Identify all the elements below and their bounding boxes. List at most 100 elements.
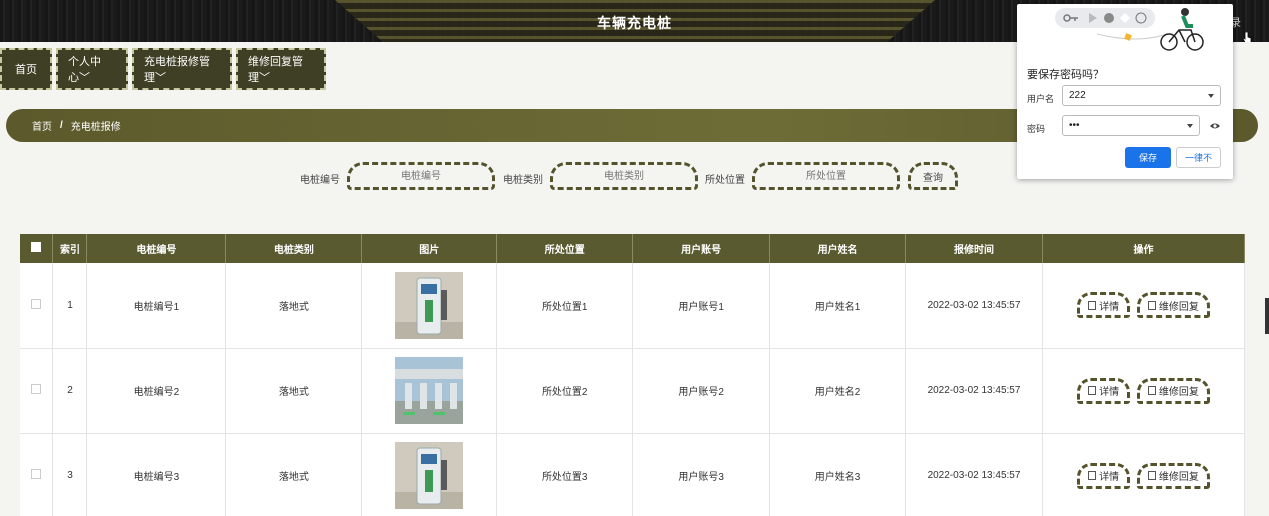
row-checkbox[interactable]: [31, 384, 42, 394]
column-header: 用户姓名: [769, 234, 907, 263]
password-select[interactable]: •••: [1062, 115, 1200, 136]
detail-label: 详情: [1099, 301, 1120, 313]
column-header: 索引: [52, 234, 88, 263]
search-input-code[interactable]: [347, 162, 495, 190]
cell-code: 电桩编号1: [86, 263, 227, 349]
cell-location: 所处位置1: [496, 263, 634, 349]
search-input-location[interactable]: [752, 162, 900, 190]
cell-index: 2: [52, 348, 88, 434]
document-icon: [1088, 300, 1097, 310]
cell-location: 所处位置3: [496, 433, 634, 516]
column-header: 电桩类别: [225, 234, 363, 263]
reply-label: 维修回复: [1158, 472, 1199, 483]
detail-label: 详情: [1099, 472, 1120, 483]
cell-actions: 详情 维修回复: [1042, 433, 1246, 516]
column-header: 报修时间: [905, 234, 1043, 263]
cell-image: [361, 263, 498, 349]
password-label: 密码: [1027, 124, 1046, 134]
search-input-type[interactable]: [550, 162, 698, 190]
detail-button[interactable]: 详情: [1077, 462, 1131, 489]
repair-table: 索引 电桩编号 电桩类别 图片 所处位置 用户账号 用户姓名 报修时间 操作 1…: [20, 234, 1246, 516]
never-save-button[interactable]: 一律不: [1176, 147, 1221, 168]
row-select-cell: [20, 263, 54, 349]
row-select-cell: [20, 348, 54, 434]
row-select-cell: [20, 433, 54, 516]
cell-name: 用户姓名2: [769, 348, 907, 434]
cyclist-icon: [1160, 8, 1204, 51]
cell-account: 用户账号3: [632, 433, 771, 516]
cell-time: 2022-03-02 13:45:57: [905, 433, 1043, 516]
cell-image: [361, 348, 498, 434]
cell-type: 落地式: [225, 433, 363, 516]
cell-location: 所处位置2: [496, 348, 634, 434]
select-all-checkbox[interactable]: [31, 242, 42, 252]
column-header: 用户账号: [632, 234, 771, 263]
charger-kiosk-image: [395, 442, 464, 509]
cell-image: [361, 433, 498, 516]
username-label: 用户名: [1027, 94, 1055, 104]
document-icon: [1088, 386, 1097, 395]
document-icon: [1088, 471, 1097, 480]
reply-label: 维修回复: [1158, 301, 1199, 313]
detail-button[interactable]: 详情: [1077, 377, 1131, 404]
table-header-row: 索引 电桩编号 电桩类别 图片 所处位置 用户账号 用户姓名 报修时间 操作: [20, 234, 1246, 263]
column-header: 图片: [361, 234, 498, 263]
table-row: 2 电桩编号2 落地式 所处位置2 用户账号2 用户姓名2 2022-03-02…: [20, 348, 1246, 434]
chevron-down-icon: [1208, 94, 1214, 98]
chevron-down-icon: [1187, 124, 1193, 128]
cell-time: 2022-03-02 13:45:57: [905, 263, 1043, 349]
breadcrumb-current: 充电桩报修: [70, 122, 121, 133]
popup-question: 要保存密码吗？: [1027, 69, 1104, 81]
reply-label: 维修回复: [1158, 387, 1199, 398]
eye-icon[interactable]: [1210, 121, 1220, 131]
search-label-type: 电桩类别: [503, 175, 543, 186]
detail-button[interactable]: 详情: [1077, 292, 1131, 319]
cell-name: 用户姓名3: [769, 433, 907, 516]
document-icon: [1147, 300, 1156, 310]
cell-actions: 详情 维修回复: [1042, 263, 1246, 349]
save-password-popup: 要保存密码吗？ 用户名 222 密码 ••• 保存 一律不: [1017, 4, 1233, 179]
password-illustration: [1055, 8, 1204, 51]
cell-time: 2022-03-02 13:45:57: [905, 348, 1043, 434]
username-select[interactable]: 222: [1062, 85, 1221, 106]
document-icon: [1147, 386, 1156, 395]
save-password-button[interactable]: 保存: [1125, 147, 1171, 168]
column-header: 所处位置: [496, 234, 634, 263]
reply-button[interactable]: 维修回复: [1136, 292, 1210, 319]
breadcrumb-separator: /: [60, 120, 63, 131]
select-all-header: [20, 234, 54, 263]
cell-type: 落地式: [225, 348, 363, 434]
table-row: 3 电桩编号3 落地式 所处位置3 用户账号3 用户姓名3 2022-03-02…: [20, 433, 1246, 516]
search-label-code: 电桩编号: [300, 175, 340, 186]
cell-type: 落地式: [225, 263, 363, 349]
nav-item-personal-center[interactable]: 个人中心﹀: [56, 48, 128, 90]
row-checkbox[interactable]: [31, 469, 42, 479]
reply-button[interactable]: 维修回复: [1136, 377, 1210, 404]
password-value: •••: [1069, 120, 1080, 131]
cell-account: 用户账号2: [632, 348, 771, 434]
column-header: 操作: [1042, 234, 1246, 263]
breadcrumb-home[interactable]: 首页: [32, 118, 52, 133]
charger-kiosk-image: [395, 271, 464, 339]
column-header: 电桩编号: [86, 234, 227, 263]
cell-index: 3: [52, 433, 88, 516]
detail-label: 详情: [1099, 387, 1120, 398]
search-label-location: 所处位置: [705, 175, 745, 186]
cell-code: 电桩编号2: [86, 348, 227, 434]
search-button[interactable]: 查询: [908, 162, 958, 190]
nav-item-repair-management[interactable]: 充电桩报修管理﹀: [132, 48, 232, 90]
table-row: 1 电桩编号1 落地式 所处位置1 用户账号1 用户姓名1 2022-03-02…: [20, 263, 1246, 349]
document-icon: [1147, 471, 1156, 480]
nav-item-home[interactable]: 首页: [0, 48, 52, 90]
scrollbar[interactable]: [1265, 298, 1269, 334]
main-nav: 首页 个人中心﹀ 充电桩报修管理﹀ 维修回复管理﹀: [0, 48, 326, 90]
cell-actions: 详情 维修回复: [1042, 348, 1246, 434]
row-checkbox[interactable]: [31, 298, 42, 309]
cell-index: 1: [52, 263, 88, 349]
cell-name: 用户姓名1: [769, 263, 907, 349]
nav-item-reply-management[interactable]: 维修回复管理﹀: [236, 48, 326, 90]
username-value: 222: [1069, 90, 1086, 101]
cell-account: 用户账号1: [632, 263, 771, 349]
cell-code: 电桩编号3: [86, 433, 227, 516]
reply-button[interactable]: 维修回复: [1136, 462, 1210, 489]
